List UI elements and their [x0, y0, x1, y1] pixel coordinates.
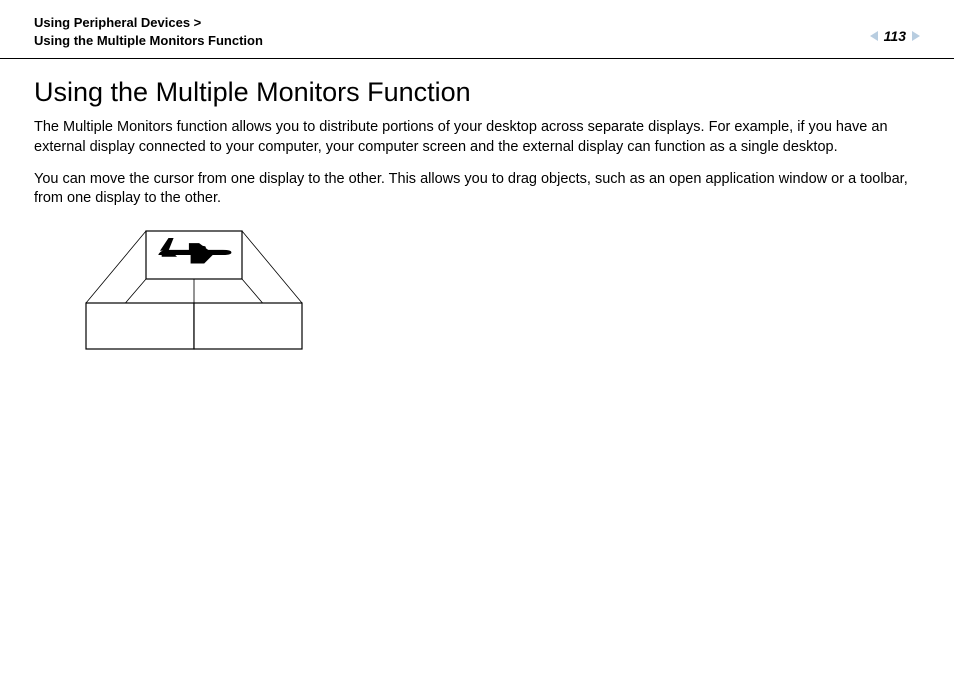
- multiple-monitors-illustration: [74, 221, 314, 366]
- prev-page-icon[interactable]: [870, 31, 878, 41]
- page-title: Using the Multiple Monitors Function: [34, 77, 920, 108]
- paragraph-1: The Multiple Monitors function allows yo…: [34, 118, 920, 157]
- breadcrumb-line-1: Using Peripheral Devices >: [34, 14, 263, 32]
- breadcrumb: Using Peripheral Devices > Using the Mul…: [34, 14, 263, 50]
- page-content: Using the Multiple Monitors Function The…: [0, 59, 954, 365]
- next-page-icon[interactable]: [912, 31, 920, 41]
- page-number: 113: [884, 28, 906, 44]
- page-header: Using Peripheral Devices > Using the Mul…: [0, 0, 954, 59]
- paragraph-2: You can move the cursor from one display…: [34, 170, 920, 209]
- breadcrumb-line-2: Using the Multiple Monitors Function: [34, 32, 263, 50]
- page-navigation: 113: [870, 14, 920, 44]
